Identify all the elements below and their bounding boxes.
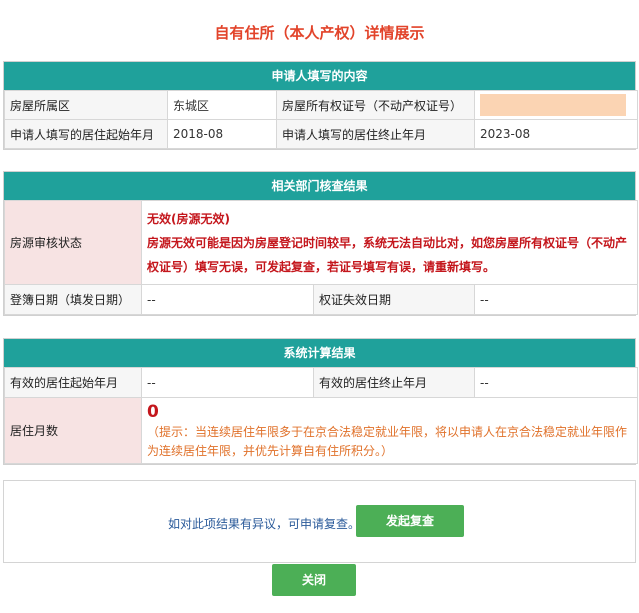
request-review-button[interactable]: 发起复查	[356, 505, 464, 537]
calc-section: 系统计算结果 有效的居住起始年月 -- 有效的居住终止年月 -- 居住月数 0 …	[3, 338, 638, 465]
status-label: 房源审核状态	[4, 200, 142, 285]
table-row: 居住月数 0 （提示：当连续居住年限多于在京合法稳定就业年限，将以申请人在京合法…	[4, 397, 638, 464]
applicant-section-header: 申请人填写的内容	[4, 62, 635, 90]
table-row: 登簿日期（填发日期） -- 权证失效日期 --	[4, 284, 638, 315]
calc-section-header: 系统计算结果	[4, 339, 635, 367]
months-label: 居住月数	[4, 397, 142, 464]
status-value: 无效(房源无效)	[147, 211, 230, 226]
valid-start-value: --	[141, 367, 314, 398]
valid-end-value: --	[474, 367, 638, 398]
check-section-header: 相关部门核查结果	[4, 172, 635, 200]
table-row: 房源审核状态 无效(房源无效) 房源无效可能是因为房屋登记时间较早，系统无法自动…	[4, 200, 638, 285]
property-cert-value	[474, 90, 638, 120]
applicant-table: 房屋所属区 东城区 房屋所有权证号（不动产权证号） 申请人填写的居住起始年月 2…	[4, 90, 638, 149]
applicant-start-label: 申请人填写的居住起始年月	[4, 119, 168, 149]
months-value: 0	[147, 401, 159, 422]
expire-date-label: 权证失效日期	[313, 284, 475, 315]
district-label: 房屋所属区	[4, 90, 168, 120]
reg-date-label: 登簿日期（填发日期）	[4, 284, 142, 315]
redacted-block	[480, 94, 626, 116]
applicant-end-value: 2023-08	[474, 119, 638, 149]
table-row: 申请人填写的居住起始年月 2018-08 申请人填写的居住终止年月 2023-0…	[4, 119, 638, 149]
months-tip: （提示：当连续居住年限多于在京合法稳定就业年限，将以申请人在京合法稳定就业年限作…	[147, 424, 628, 458]
applicant-end-label: 申请人填写的居住终止年月	[276, 119, 475, 149]
close-button[interactable]: 关闭	[272, 564, 356, 596]
valid-end-label: 有效的居住终止年月	[313, 367, 475, 398]
valid-start-label: 有效的居住起始年月	[4, 367, 142, 398]
review-panel: 如对此项结果有异议，可申请复查。 发起复查	[3, 480, 636, 563]
months-cell: 0 （提示：当连续居住年限多于在京合法稳定就业年限，将以申请人在京合法稳定就业年…	[141, 397, 638, 464]
review-note: 如对此项结果有异议，可申请复查。	[168, 517, 361, 531]
applicant-start-value: 2018-08	[167, 119, 277, 149]
reg-date-value: --	[141, 284, 314, 315]
applicant-section: 申请人填写的内容 房屋所属区 东城区 房屋所有权证号（不动产权证号） 申请人填写…	[3, 61, 638, 150]
table-row: 房屋所属区 东城区 房屋所有权证号（不动产权证号）	[4, 90, 638, 120]
status-note: 房源无效可能是因为房屋登记时间较早，系统无法自动比对，如您房屋所有权证号（不动产…	[147, 235, 628, 274]
check-section: 相关部门核查结果 房源审核状态 无效(房源无效) 房源无效可能是因为房屋登记时间…	[3, 171, 638, 316]
table-row: 有效的居住起始年月 -- 有效的居住终止年月 --	[4, 367, 638, 398]
page-title: 自有住所（本人产权）详情展示	[214, 24, 425, 42]
status-cell: 无效(房源无效) 房源无效可能是因为房屋登记时间较早，系统无法自动比对，如您房屋…	[141, 200, 638, 285]
district-value: 东城区	[167, 90, 277, 120]
calc-table: 有效的居住起始年月 -- 有效的居住终止年月 -- 居住月数 0 （提示：当连续…	[4, 367, 638, 464]
expire-date-value: --	[474, 284, 638, 315]
property-cert-label: 房屋所有权证号（不动产权证号）	[276, 90, 475, 120]
check-table: 房源审核状态 无效(房源无效) 房源无效可能是因为房屋登记时间较早，系统无法自动…	[4, 200, 638, 315]
